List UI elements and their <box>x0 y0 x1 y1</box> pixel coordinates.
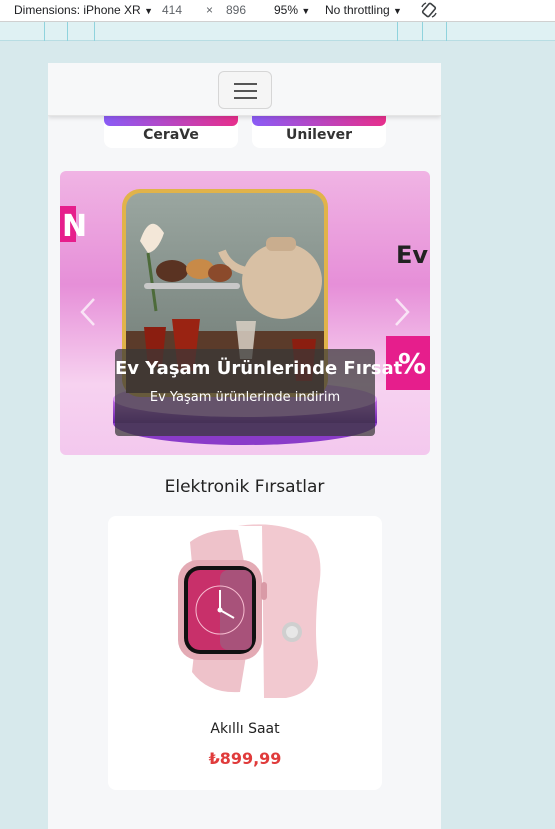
throttling-label: No throttling <box>325 3 390 17</box>
smartwatch-image[interactable] <box>168 522 328 700</box>
brand-label: Unilever <box>286 127 352 143</box>
navbar <box>48 63 441 116</box>
slide-side-text-right: Ev <box>396 241 428 269</box>
width-input[interactable]: 414 <box>162 3 182 17</box>
brand-label: CeraVe <box>143 127 199 143</box>
chevron-down-icon: ▼ <box>301 6 311 16</box>
carousel-next-button[interactable] <box>390 295 414 329</box>
carousel-subtitle: Ev Yaşam ürünlerinde indirim <box>149 390 341 405</box>
section-title: Elektronik Fırsatlar <box>164 477 325 497</box>
product-name: Akıllı Saat <box>210 721 280 737</box>
slide-side-text-left: N <box>62 209 87 244</box>
dimension-separator: × <box>206 3 214 17</box>
chevron-down-icon: ▼ <box>393 6 402 16</box>
navbar-toggle-button[interactable] <box>218 71 272 109</box>
height-input[interactable]: 896 <box>226 3 246 17</box>
device-select[interactable]: Dimensions: iPhone XR ▼ <box>14 3 153 17</box>
media-query-ruler <box>0 22 555 41</box>
zoom-select[interactable]: 95% ▼ <box>274 3 310 17</box>
throttling-select[interactable]: No throttling ▼ <box>325 3 402 17</box>
discount-badge: % <box>398 347 426 380</box>
brand-card-unilever[interactable]: Unilever <box>252 112 386 148</box>
promo-carousel[interactable]: N Ev % Ev Yaşam Ürünlerinde Fırsat Ev Ya… <box>60 171 430 455</box>
product-price: ₺899,99 <box>208 749 282 768</box>
chevron-left-icon <box>80 298 95 326</box>
product-card[interactable]: Akıllı Saat ₺899,99 <box>108 516 382 790</box>
zoom-label: 95% <box>274 3 299 17</box>
carousel-caption: Ev Yaşam Ürünlerinde Fırsat Ev Yaşam ürü… <box>115 349 403 436</box>
chevron-down-icon: ▼ <box>144 6 153 16</box>
devtools-toolbar: Dimensions: iPhone XR ▼ 414 × 896 95% ▼ … <box>0 0 555 22</box>
device-label: Dimensions: iPhone XR <box>14 3 141 17</box>
rotate-icon[interactable] <box>420 1 438 19</box>
carousel-prev-button[interactable] <box>76 295 100 329</box>
brand-card-cerave[interactable]: CeraVe <box>104 112 238 148</box>
carousel-title: Ev Yaşam Ürünlerinde Fırsat <box>115 358 403 379</box>
chevron-right-icon <box>395 298 410 326</box>
device-viewport: CeraVe Unilever N Ev % Ev Yaşam Ürünleri… <box>48 63 441 829</box>
